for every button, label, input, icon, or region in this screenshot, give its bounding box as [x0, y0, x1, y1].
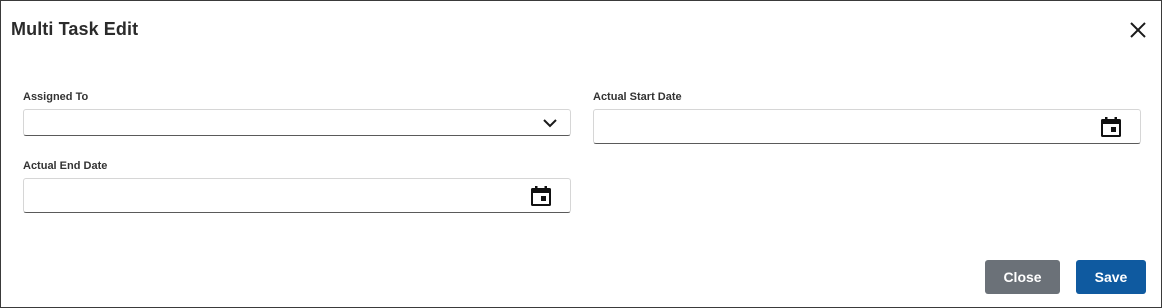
actual-start-date-field[interactable] [593, 109, 1141, 144]
actual-start-date-label: Actual Start Date [593, 91, 682, 103]
multi-task-edit-dialog: Multi Task Edit Assigned To Actual Start… [0, 0, 1162, 308]
actual-end-date-label: Actual End Date [23, 160, 108, 172]
assigned-to-label: Assigned To [23, 91, 89, 103]
assigned-to-select[interactable] [23, 109, 571, 136]
calendar-icon[interactable] [530, 185, 552, 207]
calendar-icon[interactable] [1100, 116, 1122, 138]
dialog-title: Multi Task Edit [11, 19, 139, 39]
chevron-down-icon[interactable] [542, 117, 558, 129]
save-button[interactable]: Save [1076, 260, 1146, 294]
close-icon[interactable] [1128, 20, 1148, 40]
actual-end-date-field[interactable] [23, 178, 571, 213]
close-button[interactable]: Close [985, 260, 1060, 294]
